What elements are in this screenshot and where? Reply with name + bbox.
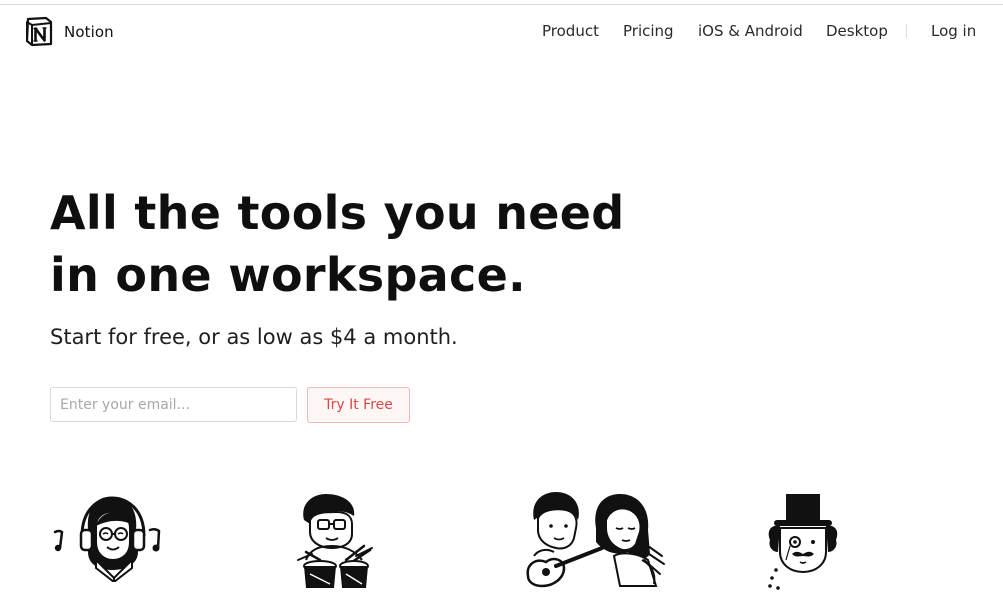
hero-subtitle: Start for free, or as low as $4 a month. <box>50 325 458 349</box>
drummer-person-icon <box>296 490 376 590</box>
nav-divider <box>906 24 907 38</box>
top-hat-monocle-icon <box>764 490 842 594</box>
nav-login[interactable]: Log in <box>931 22 976 40</box>
top-divider <box>0 4 1003 5</box>
email-input[interactable] <box>50 387 297 422</box>
top-nav: Product Pricing iOS & Android Desktop Lo… <box>0 22 1003 42</box>
try-it-free-button[interactable]: Try It Free <box>307 387 410 423</box>
hero-title-line2: in one workspace. <box>50 248 526 302</box>
guitar-duo-icon <box>524 490 668 590</box>
headphones-person-icon <box>52 490 170 582</box>
hero-title: All the tools you need in one workspace. <box>50 182 650 306</box>
nav-desktop[interactable]: Desktop <box>826 22 888 40</box>
nav-pricing[interactable]: Pricing <box>623 22 674 40</box>
hero-title-line1: All the tools you need <box>50 186 625 240</box>
nav-product[interactable]: Product <box>542 22 599 40</box>
nav-ios-android[interactable]: iOS & Android <box>698 22 803 40</box>
